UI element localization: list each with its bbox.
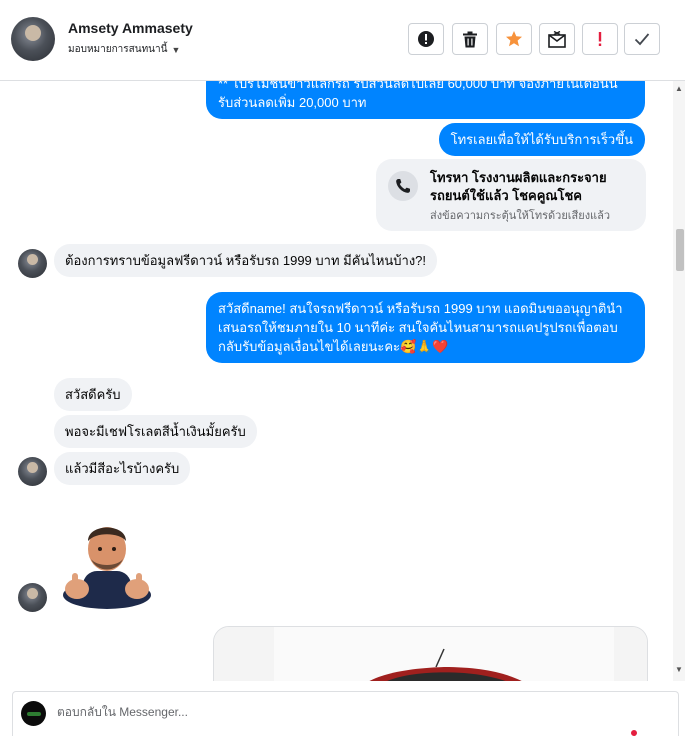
logo-mark-icon [26, 711, 41, 716]
car-image-attachment[interactable] [213, 626, 648, 681]
scroll-down-arrow-icon[interactable]: ▼ [675, 665, 683, 674]
assign-conversation-label: มอบหมายการสนทนานี้ [68, 44, 168, 55]
scroll-up-arrow-icon[interactable]: ▲ [675, 84, 683, 93]
delete-button[interactable] [452, 23, 488, 55]
assign-conversation-dropdown[interactable]: มอบหมายการสนทนานี้ ▼ [68, 42, 180, 57]
mark-unread-button[interactable] [539, 23, 575, 55]
message-outgoing-greeting: สวัสดีname! สนใจรถฟรีดาวน์ หรือรับรถ 199… [206, 292, 645, 363]
notification-dot [631, 730, 637, 736]
caret-down-icon: ▼ [171, 44, 181, 55]
call-card-title: โทรหา โรงงานผลิตและกระจายรถยนต์ใช้แล้ว โ… [430, 170, 607, 203]
check-icon [634, 33, 650, 46]
message-incoming-hello: สวัสดีครับ [54, 378, 132, 411]
message-outgoing-promo: ** โปรโมชั่นข่าวแลกรถ รับส่วนลดไปเลย 60,… [206, 81, 645, 119]
contact-avatar-small [18, 249, 47, 278]
phone-icon [396, 179, 410, 193]
thread-scrollbar[interactable]: ▲ ▼ [673, 81, 685, 681]
star-icon [506, 31, 522, 47]
message-incoming-colors: แล้วมีสีอะไรบ้างครับ [54, 452, 191, 485]
message-incoming-chevrolet: พอจะมีเชฟโรเลตสีน้ำเงินมั้ยครับ [54, 415, 257, 448]
conversation-header: Amsety Ammasety มอบหมายการสนทนานี้ ▼ [0, 0, 685, 81]
message-outgoing-call-prompt: โทรเลยเพื่อให้ได้รับบริการเร็วขึ้น [438, 123, 645, 156]
thumbs-up-sticker [63, 527, 151, 609]
exclamation-icon [598, 32, 602, 46]
trash-icon [463, 31, 477, 47]
alert-circle-icon [418, 31, 434, 47]
flag-follow-up-button[interactable] [582, 23, 618, 55]
mark-done-button[interactable] [624, 23, 660, 55]
page-logo-icon [21, 701, 46, 726]
contact-name[interactable]: Amsety Ammasety [68, 20, 193, 36]
mail-x-icon [548, 30, 566, 48]
contact-avatar-small [18, 583, 47, 612]
contact-avatar[interactable] [11, 17, 55, 61]
message-thread[interactable]: ** โปรโมชั่นข่าวแลกรถ รับส่วนลดไปเลย 60,… [0, 81, 673, 681]
mark-spam-button[interactable] [408, 23, 444, 55]
call-button-card[interactable]: โทรหา โรงงานผลิตและกระจายรถยนต์ใช้แล้ว โ… [376, 159, 646, 231]
call-icon-wrap [388, 171, 418, 201]
reply-composer [12, 691, 679, 736]
car-image [214, 627, 647, 681]
call-card-subtitle: ส่งข้อความกระตุ้นให้โทรด้วยเสียงแล้ว [430, 210, 611, 222]
scrollbar-thumb[interactable] [676, 229, 684, 271]
reply-input[interactable] [57, 705, 617, 719]
message-incoming-inquiry: ต้องการทราบข้อมูลฟรีดาวน์ หรือรับรถ 1999… [54, 244, 438, 277]
star-button[interactable] [496, 23, 532, 55]
contact-avatar-small [18, 457, 47, 486]
